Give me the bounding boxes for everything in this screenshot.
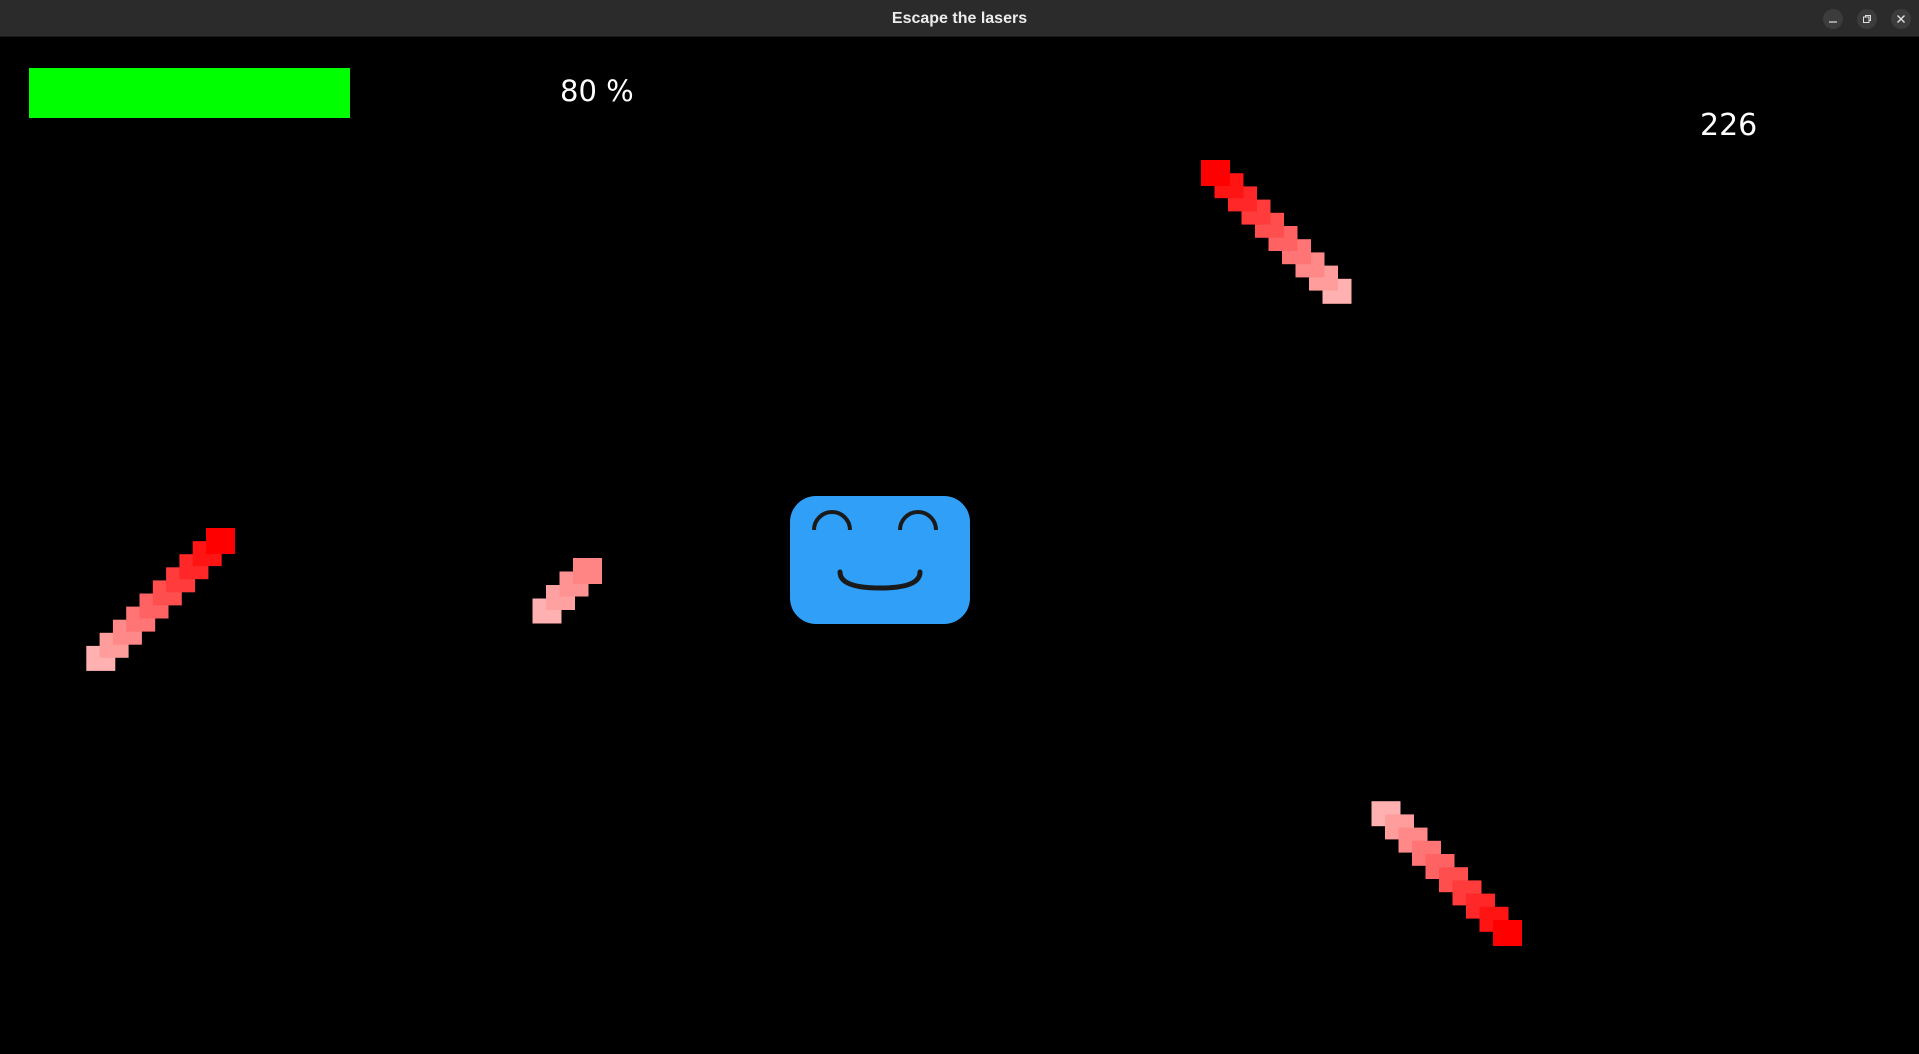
laser-segment <box>1201 160 1230 186</box>
minimize-button[interactable] <box>1823 9 1843 29</box>
window-title: Escape the lasers <box>891 10 1028 27</box>
laser-segment <box>1493 920 1522 946</box>
game-canvas[interactable]: 80 % 226 <box>0 38 1919 1054</box>
game-window: Escape the lasers 80 % 226 <box>0 0 1919 1054</box>
close-button[interactable] <box>1891 9 1911 29</box>
maximize-button[interactable] <box>1857 9 1877 29</box>
minimize-icon <box>1829 21 1837 23</box>
title-bar[interactable]: Escape the lasers <box>0 0 1919 37</box>
laser-bottom-right <box>1371 801 1522 946</box>
laser-segment <box>573 558 602 584</box>
laser-segment <box>206 528 235 554</box>
laser-left <box>86 528 235 671</box>
player-character[interactable] <box>790 496 970 626</box>
maximize-icon <box>1863 15 1871 23</box>
close-icon <box>1897 15 1905 23</box>
player-body <box>790 496 970 624</box>
laser-center <box>532 558 602 624</box>
laser-top-right <box>1201 160 1352 304</box>
